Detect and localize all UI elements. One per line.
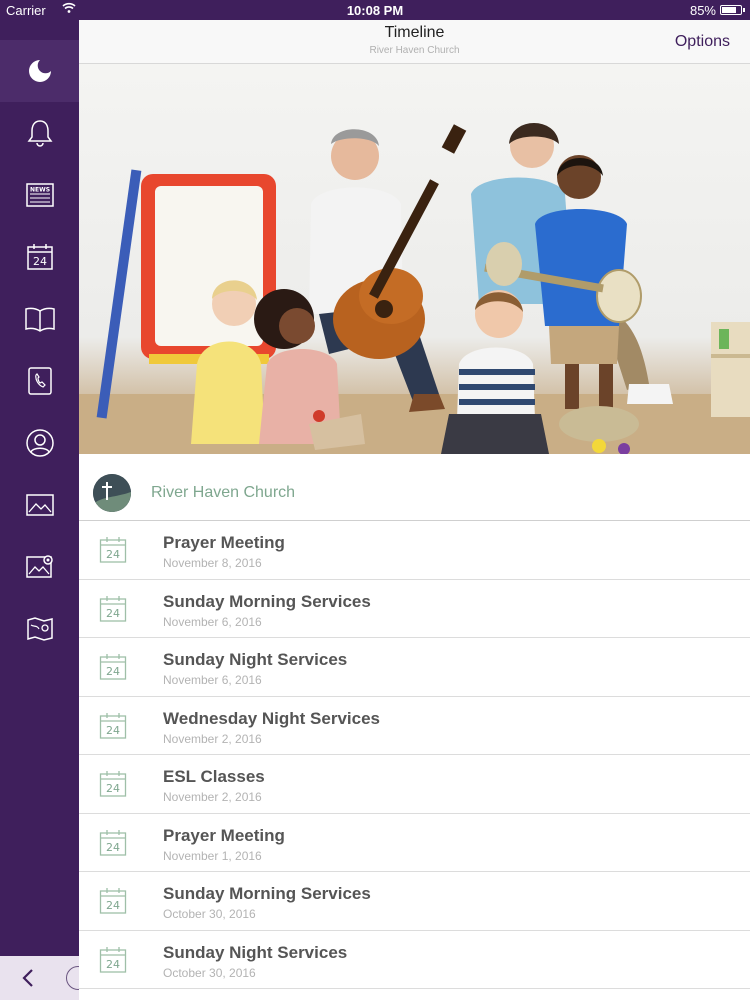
page-subtitle: River Haven Church bbox=[369, 45, 460, 56]
calendar-day: 24 bbox=[106, 782, 120, 795]
calendar-icon: 24 bbox=[99, 829, 127, 862]
map-icon bbox=[25, 615, 55, 643]
church-logo-icon bbox=[27, 58, 53, 84]
timeline-list: 24 Prayer Meeting November 8, 2016 24 Sunday… bbox=[79, 521, 750, 989]
hero-image bbox=[79, 64, 750, 454]
news-icon: NEWS bbox=[25, 182, 55, 208]
timeline-row[interactable]: 24 Wednesday Night Services November 2, 20… bbox=[79, 697, 750, 755]
timeline-row[interactable]: 24 Prayer Meeting November 1, 2016 bbox=[79, 814, 750, 872]
church-header[interactable]: River Haven Church bbox=[79, 454, 750, 521]
event-title: Wednesday Night Services bbox=[163, 708, 380, 728]
calendar-icon: 24 bbox=[99, 887, 127, 920]
event-date: November 6, 2016 bbox=[163, 614, 262, 629]
church-avatar bbox=[93, 474, 131, 512]
timeline-row[interactable]: 24 Sunday Night Services October 30, 2016 bbox=[79, 931, 750, 989]
options-button[interactable]: Options bbox=[675, 33, 730, 51]
calendar-day: 24 bbox=[106, 665, 120, 678]
event-date: November 2, 2016 bbox=[163, 790, 262, 804]
clock: 10:08 PM bbox=[346, 3, 404, 18]
calendar-day: 24 bbox=[106, 607, 120, 620]
contacts-icon bbox=[26, 366, 54, 396]
event-date: November 1, 2016 bbox=[163, 848, 262, 863]
event-title: Sunday Night Services bbox=[163, 942, 348, 962]
sidebar-item-map[interactable] bbox=[0, 598, 79, 660]
book-icon bbox=[24, 306, 56, 332]
event-title: Prayer Meeting bbox=[163, 825, 285, 845]
calendar-day: 24 bbox=[106, 841, 120, 854]
event-title: Sunday Morning Services bbox=[163, 884, 371, 903]
navigation-bar: Timeline River Haven Church Options bbox=[79, 20, 750, 64]
event-date: October 30, 2016 bbox=[163, 907, 256, 921]
calendar-day: 24 bbox=[106, 724, 120, 737]
event-date: October 30, 2016 bbox=[163, 965, 256, 980]
sidebar-item-bible[interactable] bbox=[0, 288, 79, 350]
battery-percent: 85% bbox=[689, 3, 716, 18]
calendar-icon-label: 24 bbox=[33, 255, 47, 268]
calendar-day: 24 bbox=[106, 958, 120, 971]
chevron-left-icon[interactable] bbox=[18, 966, 38, 990]
sidebar-item-events[interactable]: 24 bbox=[0, 226, 79, 288]
event-date: November 6, 2016 bbox=[163, 673, 262, 687]
event-date: November 8, 2016 bbox=[163, 556, 262, 570]
sidebar-item-notifications[interactable] bbox=[0, 102, 79, 164]
sidebar: NEWS 24 bbox=[0, 20, 90, 1000]
battery-icon bbox=[720, 5, 745, 15]
calendar-icon: 24 bbox=[99, 653, 127, 686]
sidebar-item-gallery[interactable] bbox=[0, 474, 79, 536]
gallery-icon bbox=[25, 492, 55, 518]
event-title: Sunday Night Services bbox=[163, 650, 348, 669]
calendar-icon: 24 bbox=[99, 536, 127, 569]
sidebar-item-contacts[interactable] bbox=[0, 350, 79, 412]
sidebar-item-news[interactable]: NEWS bbox=[0, 164, 79, 226]
calendar-day: 24 bbox=[106, 899, 120, 912]
bell-icon bbox=[26, 118, 54, 148]
timeline-row[interactable]: 24 Prayer Meeting November 8, 2016 bbox=[79, 521, 750, 580]
event-title: Prayer Meeting bbox=[163, 533, 285, 552]
event-title: Sunday Morning Services bbox=[163, 591, 371, 611]
calendar-icon: 24 bbox=[26, 243, 54, 271]
timeline-row[interactable]: 24 Sunday Night Services November 6, 2016 bbox=[79, 638, 750, 697]
calendar-icon: 24 bbox=[99, 712, 127, 745]
sidebar-item-home[interactable] bbox=[0, 40, 79, 102]
media-icon bbox=[25, 553, 55, 581]
timeline-row[interactable]: 24 ESL Classes November 2, 2016 bbox=[79, 755, 750, 814]
calendar-icon: 24 bbox=[99, 595, 127, 628]
calendar-icon: 24 bbox=[99, 770, 127, 803]
profile-icon bbox=[25, 428, 55, 458]
calendar-day: 24 bbox=[106, 548, 120, 561]
event-title: ESL Classes bbox=[163, 767, 265, 786]
sidebar-item-media[interactable] bbox=[0, 536, 79, 598]
status-bar: Carrier 10:08 PM 85% bbox=[0, 0, 750, 20]
news-icon-label: NEWS bbox=[29, 187, 49, 194]
sidebar-item-profile[interactable] bbox=[0, 412, 79, 474]
main-content: Timeline River Haven Church Options Rive… bbox=[79, 20, 750, 1000]
timeline-row[interactable]: 24 Sunday Morning Services November 6, 201… bbox=[79, 580, 750, 638]
event-date: November 2, 2016 bbox=[163, 731, 262, 746]
sidebar-footer bbox=[0, 956, 90, 1000]
calendar-icon: 24 bbox=[99, 946, 127, 979]
church-name: River Haven Church bbox=[151, 484, 296, 501]
timeline-row[interactable]: 24 Sunday Morning Services October 30, 201… bbox=[79, 872, 750, 931]
page-title: Timeline bbox=[384, 24, 445, 41]
